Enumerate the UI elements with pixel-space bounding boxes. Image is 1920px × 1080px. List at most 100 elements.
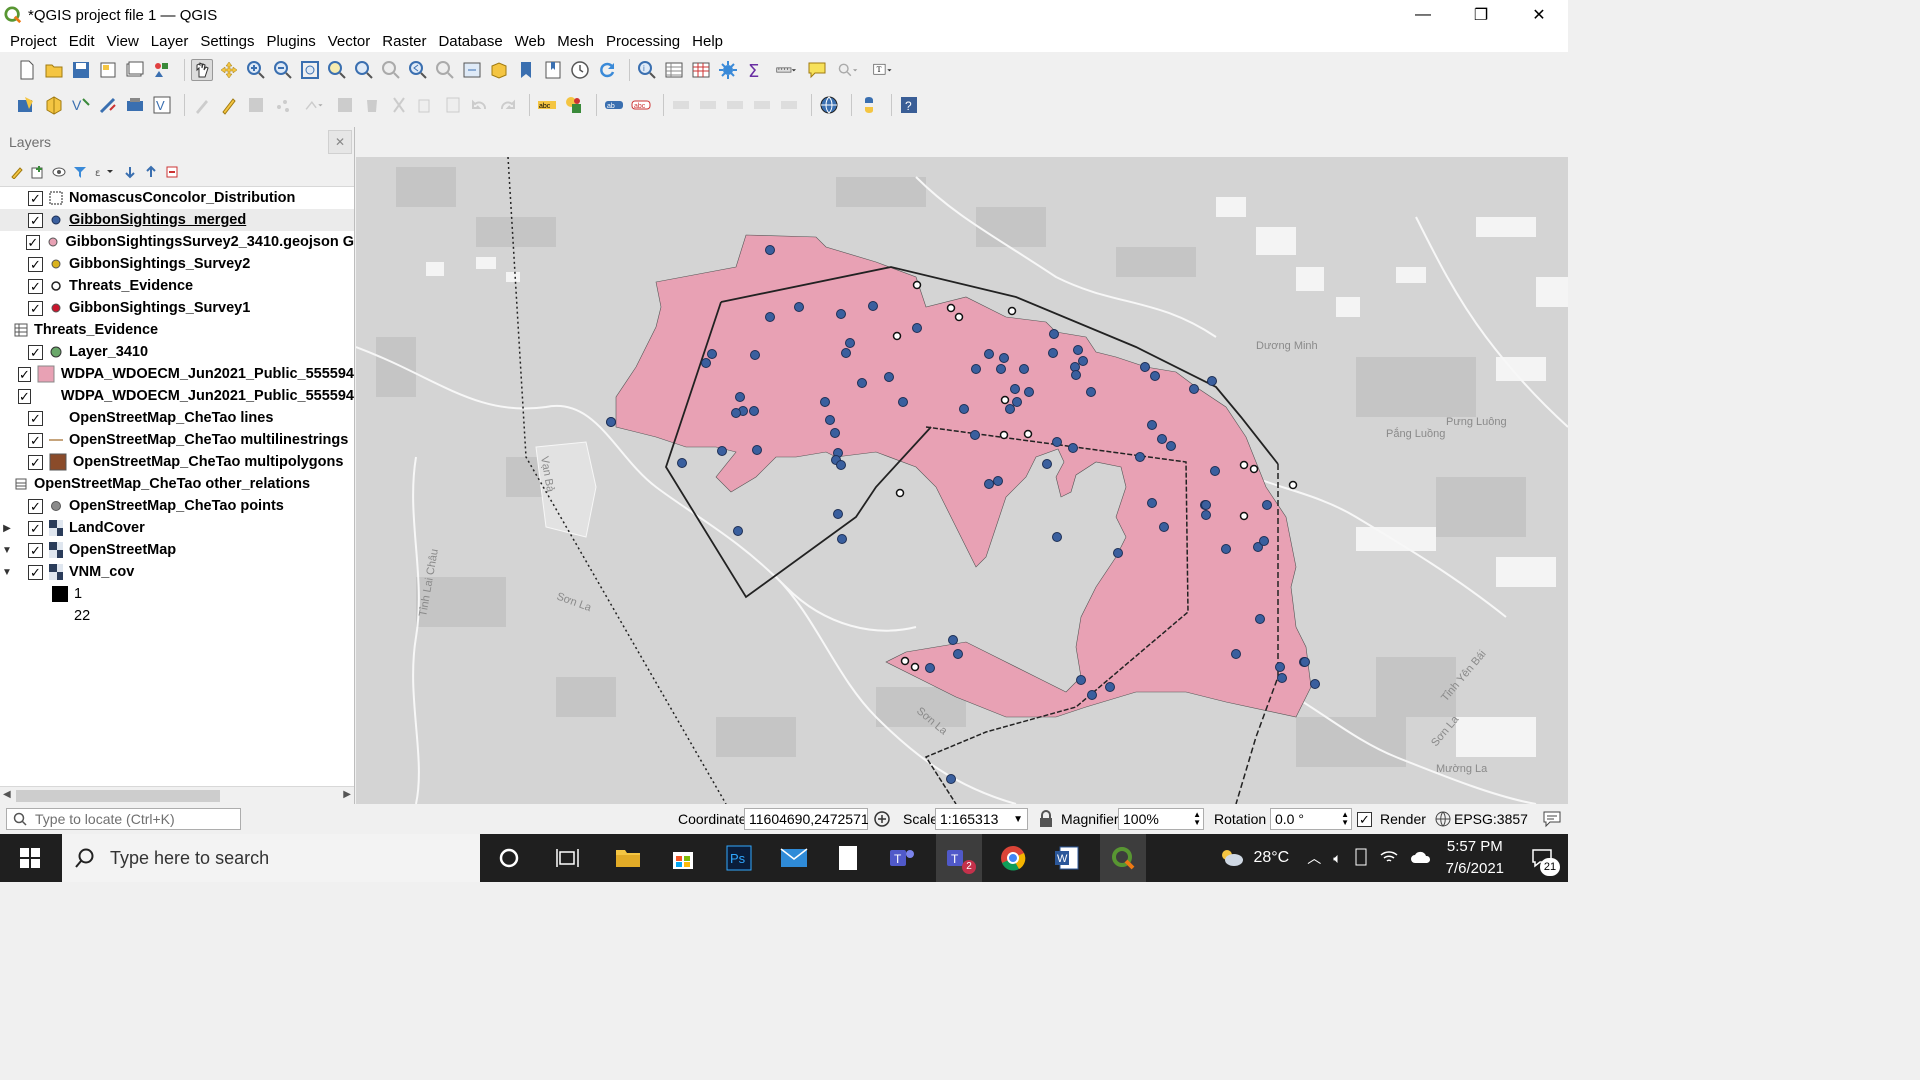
magnifier-spinbox[interactable]: 100% ▲ ▼ — [1118, 808, 1204, 830]
layer-diagram-options-icon[interactable] — [563, 94, 585, 116]
remove-layer-icon[interactable] — [163, 163, 181, 181]
temporal-controller-icon[interactable] — [569, 59, 591, 81]
rotation-spinbox[interactable]: 0.0 ° ▲ ▼ — [1270, 808, 1352, 830]
new-virtual-layer-icon[interactable] — [124, 94, 146, 116]
taskbar-search-box[interactable]: Type here to search — [62, 834, 480, 882]
pin-unpin-labels-icon[interactable]: abc — [630, 94, 652, 116]
menu-processing[interactable]: Processing — [600, 33, 686, 50]
menu-vector[interactable]: Vector — [322, 33, 377, 50]
layer-label[interactable]: WDPA_WDOECM_Jun2021_Public_555594 — [61, 366, 354, 382]
layer-visibility-checkbox[interactable]: ✓ — [28, 432, 43, 448]
globe-crs-icon[interactable] — [1435, 808, 1451, 830]
save-layer-edits-icon[interactable] — [245, 94, 267, 116]
teams-icon[interactable]: T — [882, 840, 922, 876]
help-icon[interactable]: ? — [898, 94, 920, 116]
layer-label[interactable]: OpenStreetMap_CheTao other_relations — [34, 476, 310, 492]
new-3d-map-view-icon[interactable] — [488, 59, 510, 81]
layer-label[interactable]: GibbonSightingsSurvey2_3410.geojson G — [66, 234, 354, 250]
new-bookmark-icon[interactable] — [515, 59, 537, 81]
zoom-to-selection-icon[interactable] — [326, 59, 348, 81]
text-annotation-icon[interactable]: T — [868, 59, 898, 81]
layer-visibility-checkbox[interactable]: ✓ — [28, 212, 43, 228]
chevron-down-icon[interactable]: ▼ — [0, 545, 14, 556]
new-temporary-layer-icon[interactable] — [97, 94, 119, 116]
qgis-taskbar-icon[interactable] — [1100, 834, 1146, 882]
select-by-location-icon[interactable] — [833, 59, 863, 81]
menu-web[interactable]: Web — [509, 33, 552, 50]
cortana-icon[interactable] — [489, 840, 529, 876]
layer-label[interactable]: Threats_Evidence — [69, 278, 193, 294]
layer-visibility-checkbox[interactable]: ✓ — [28, 256, 43, 272]
layer-label[interactable]: WDPA_WDOECM_Jun2021_Public_555594 — [61, 388, 354, 404]
toggle-editing-icon[interactable] — [218, 94, 240, 116]
layer-row[interactable]: ✓ GibbonSightings_Survey1 — [0, 297, 354, 319]
globe-icon[interactable] — [818, 94, 840, 116]
layer-row[interactable]: ✓ OpenStreetMap_CheTao multilinestrings — [0, 429, 354, 451]
menu-mesh[interactable]: Mesh — [551, 33, 600, 50]
close-panel-icon[interactable]: ✕ — [328, 130, 352, 154]
layer-row[interactable]: ✓ OpenStreetMap_CheTao lines — [0, 407, 354, 429]
clock[interactable]: 5:57 PM 7/6/2021 — [1446, 836, 1504, 880]
field-calculator-icon[interactable] — [690, 59, 712, 81]
restore-button[interactable]: ❐ — [1452, 0, 1510, 30]
new-map-view-icon[interactable] — [461, 59, 483, 81]
lock-scale-icon[interactable] — [1038, 808, 1054, 830]
microsoft-store-icon[interactable] — [663, 840, 703, 876]
weather-temperature[interactable]: 28°C — [1253, 849, 1289, 867]
zoom-last-icon[interactable] — [407, 59, 429, 81]
horizontal-scrollbar[interactable]: ◀ ▶ — [0, 786, 354, 804]
refresh-icon[interactable] — [596, 59, 618, 81]
modify-attributes-icon[interactable] — [334, 94, 356, 116]
menu-layer[interactable]: Layer — [145, 33, 195, 50]
zoom-in-icon[interactable] — [245, 59, 267, 81]
layer-label[interactable]: VNM_cov — [69, 564, 134, 580]
map-tips-icon[interactable] — [806, 59, 828, 81]
chevron-down-icon[interactable]: ▼ — [0, 567, 14, 578]
wifi-icon[interactable] — [1380, 849, 1398, 868]
layer-visibility-checkbox[interactable]: ✓ — [28, 344, 43, 360]
open-project-icon[interactable] — [43, 59, 65, 81]
notepad-icon[interactable] — [828, 840, 868, 876]
layer-visibility-checkbox[interactable]: ✓ — [26, 234, 40, 250]
layer-row[interactable]: Threats_Evidence — [0, 319, 354, 341]
new-project-icon[interactable] — [16, 59, 38, 81]
scale-dropdown[interactable]: 1:165313 ▼ — [935, 808, 1028, 830]
layer-label[interactable]: NomascusConcolor_Distribution — [69, 190, 295, 206]
menu-edit[interactable]: Edit — [63, 33, 101, 50]
add-point-feature-icon[interactable] — [272, 94, 294, 116]
label-toolbar-icon[interactable]: abc — [536, 94, 558, 116]
layer-visibility-checkbox[interactable]: ✓ — [28, 190, 43, 206]
pan-map-icon[interactable] — [191, 59, 213, 81]
menu-settings[interactable]: Settings — [194, 33, 260, 50]
menu-raster[interactable]: Raster — [376, 33, 432, 50]
layer-visibility-checkbox[interactable]: ✓ — [18, 366, 31, 382]
chevron-right-icon[interactable]: ▶ — [0, 523, 14, 534]
layer-visibility-checkbox[interactable]: ✓ — [28, 498, 43, 514]
layer-tree[interactable]: ✓ NomascusConcolor_Distribution ✓ GibbonSig… — [0, 187, 354, 783]
layer-visibility-checkbox[interactable]: ✓ — [18, 388, 31, 404]
filter-by-expression-icon[interactable]: ε — [92, 163, 118, 181]
layer-row[interactable]: ✓ WDPA_WDOECM_Jun2021_Public_555594 — [0, 385, 354, 407]
layer-visibility-checkbox[interactable]: ✓ — [28, 300, 43, 316]
layer-label[interactable]: OpenStreetMap_CheTao points — [69, 498, 284, 514]
layer-label[interactable]: Threats_Evidence — [34, 322, 158, 338]
minimize-button[interactable]: — — [1394, 0, 1452, 30]
layer-row[interactable]: ✓ NomascusConcolor_Distribution — [0, 187, 354, 209]
label-properties-icon[interactable] — [778, 94, 800, 116]
python-console-icon[interactable] — [858, 94, 880, 116]
zoom-out-icon[interactable] — [272, 59, 294, 81]
map-svg[interactable]: Dương Minh Pắng Luồng Pưng Luông Sơn La … — [356, 157, 1568, 804]
show-bookmarks-icon[interactable] — [542, 59, 564, 81]
layer-label[interactable]: Layer_3410 — [69, 344, 148, 360]
layer-visibility-checkbox[interactable]: ✓ — [28, 410, 43, 426]
layer-label[interactable]: LandCover — [69, 520, 145, 536]
layer-row[interactable]: ✓ GibbonSightings_Survey2 — [0, 253, 354, 275]
notifications-icon[interactable]: 21 — [1522, 838, 1562, 878]
chevron-up-icon[interactable]: ︿ — [1307, 848, 1321, 868]
add-group-icon[interactable] — [29, 163, 47, 181]
menu-project[interactable]: Project — [4, 33, 63, 50]
undo-icon[interactable] — [469, 94, 491, 116]
open-attribute-table-icon[interactable] — [663, 59, 685, 81]
layer-label[interactable]: OpenStreetMap — [69, 542, 176, 558]
coordinate-field[interactable]: 11604690,2472571 — [744, 808, 869, 830]
